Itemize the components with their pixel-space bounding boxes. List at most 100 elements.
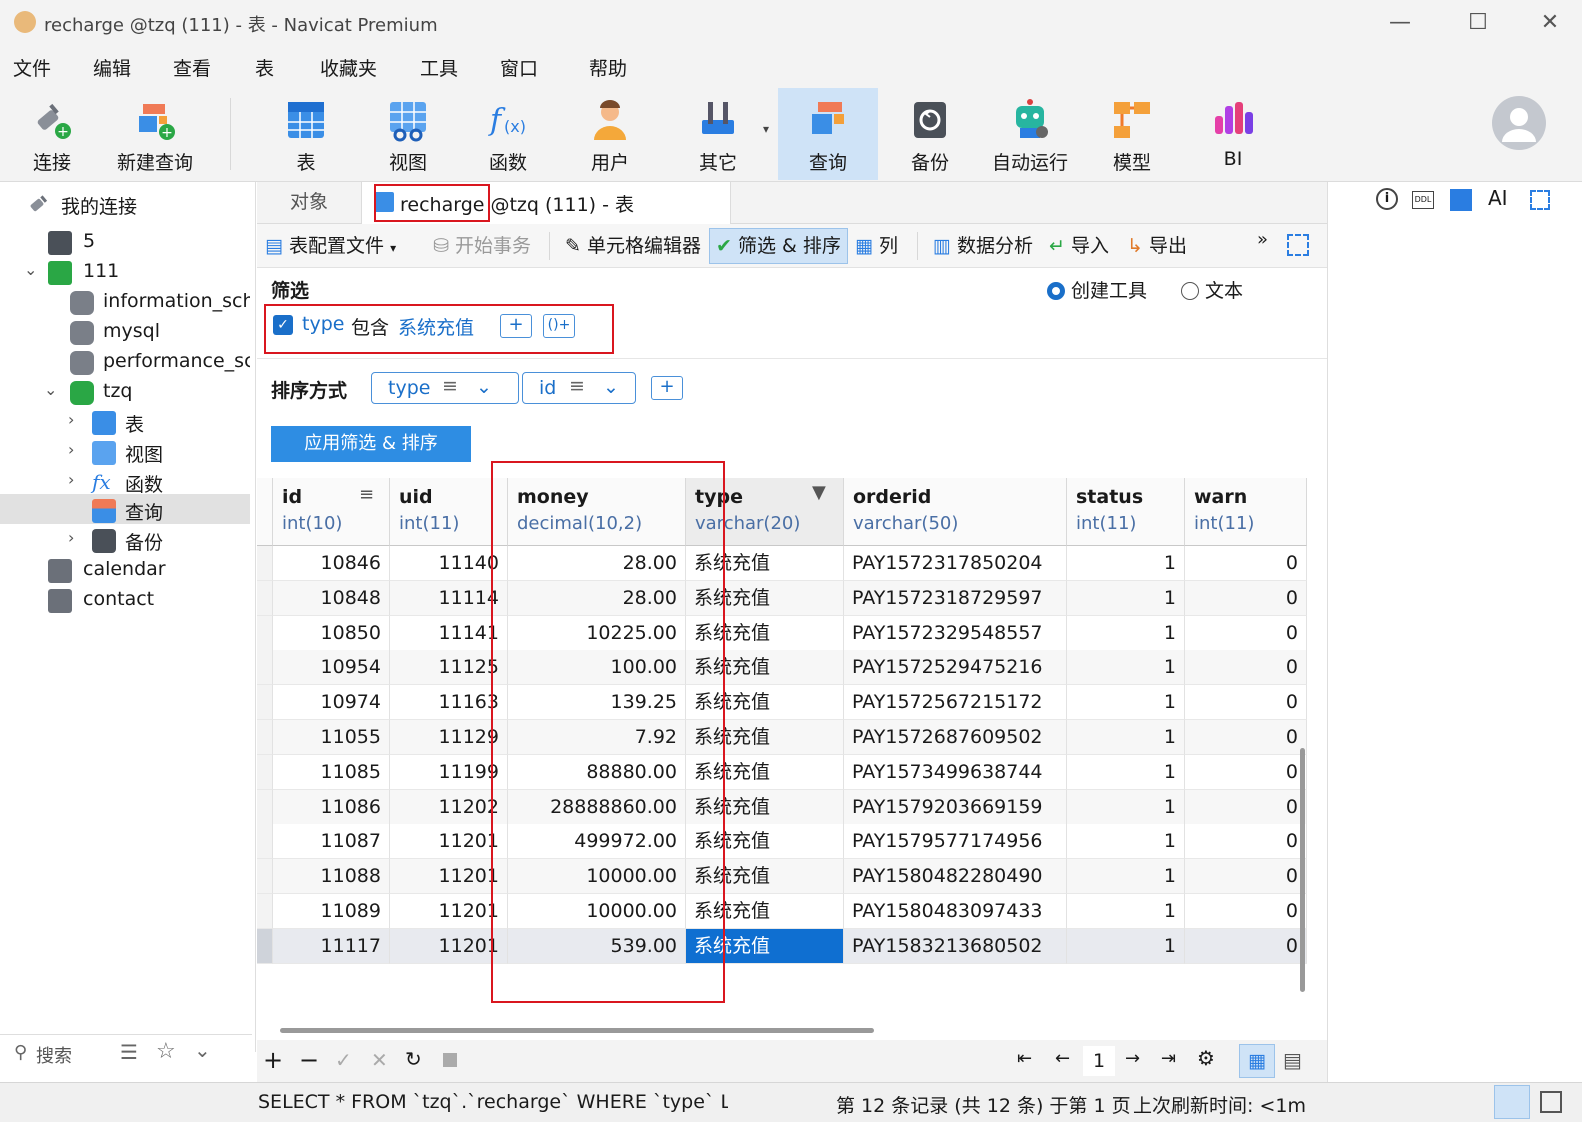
toolbar-new-query-button[interactable]: + 新建查询 bbox=[110, 88, 200, 180]
form-view-icon[interactable]: ▤ bbox=[1283, 1048, 1302, 1072]
ai-icon[interactable]: AI bbox=[1488, 186, 1508, 210]
filter-sort-button[interactable]: ✔ 筛选 & 排序 bbox=[709, 228, 848, 264]
first-page-icon[interactable]: ⇤ bbox=[1017, 1048, 1032, 1069]
row-selector[interactable] bbox=[257, 928, 273, 964]
discard-changes-icon[interactable]: ✕ bbox=[371, 1048, 388, 1072]
sidebar-search-input[interactable]: 搜索 bbox=[36, 1042, 72, 1068]
toolbar-view-button[interactable]: 视图 bbox=[368, 88, 448, 180]
expand-icon[interactable] bbox=[1530, 190, 1550, 210]
row-selector[interactable] bbox=[257, 685, 273, 721]
row-selector[interactable] bbox=[257, 754, 273, 790]
table-cell-orderid[interactable]: PAY1572317850204 bbox=[844, 546, 1067, 581]
toolbar-user-button[interactable]: 用户 bbox=[570, 88, 650, 180]
table-cell-warn[interactable]: 0 bbox=[1185, 685, 1307, 721]
menu-view[interactable]: 查看 bbox=[173, 54, 211, 81]
toggle-left-panel-icon[interactable] bbox=[1494, 1085, 1530, 1119]
table-cell-status[interactable]: 1 bbox=[1067, 789, 1185, 825]
sidebar-header[interactable]: 我的连接 bbox=[28, 190, 248, 220]
table-cell-warn[interactable]: 0 bbox=[1185, 859, 1307, 895]
sidebar-item-backups[interactable]: › 备份 bbox=[68, 526, 248, 556]
row-selector[interactable] bbox=[257, 615, 273, 651]
cell-editor-button[interactable]: ✎ 单元格编辑器 bbox=[565, 224, 701, 268]
next-page-icon[interactable]: → bbox=[1125, 1048, 1140, 1069]
toolbar-connect-button[interactable]: + 连接 bbox=[12, 88, 92, 180]
menu-edit[interactable]: 编辑 bbox=[93, 54, 131, 81]
table-cell-status[interactable]: 1 bbox=[1067, 580, 1185, 616]
info-icon[interactable]: i bbox=[1376, 188, 1398, 210]
menu-table[interactable]: 表 bbox=[255, 54, 274, 81]
table-cell-id[interactable]: 10974 bbox=[273, 685, 390, 721]
chevron-right-icon[interactable]: › bbox=[68, 440, 74, 459]
table-cell-id[interactable]: 11086 bbox=[273, 789, 390, 825]
row-selector[interactable] bbox=[257, 824, 273, 860]
menu-help[interactable]: 帮助 bbox=[589, 54, 627, 81]
table-cell-warn[interactable]: 0 bbox=[1185, 580, 1307, 616]
table-cell-id[interactable]: 11088 bbox=[273, 859, 390, 895]
table-cell-status[interactable]: 1 bbox=[1067, 720, 1185, 755]
table-cell-warn[interactable]: 0 bbox=[1185, 720, 1307, 755]
table-cell-warn[interactable]: 0 bbox=[1185, 754, 1307, 790]
refresh-icon[interactable]: ↻ bbox=[405, 1047, 422, 1071]
page-number-input[interactable]: 1 bbox=[1083, 1046, 1115, 1076]
table-cell-warn[interactable]: 0 bbox=[1185, 894, 1307, 929]
table-cell-id[interactable]: 10846 bbox=[273, 546, 390, 581]
chevron-down-icon[interactable]: ⌄ bbox=[24, 260, 37, 279]
menu-file[interactable]: 文件 bbox=[13, 54, 51, 81]
table-config-button[interactable]: ▤ 表配置文件 ▾ bbox=[265, 224, 396, 268]
export-button[interactable]: ↳ 导出 bbox=[1127, 224, 1187, 268]
toolbar-backup-button[interactable]: 备份 bbox=[890, 88, 970, 180]
row-selector[interactable] bbox=[257, 650, 273, 686]
columns-button[interactable]: ▦ 列 bbox=[855, 224, 898, 268]
table-cell-status[interactable]: 1 bbox=[1067, 859, 1185, 895]
row-selector[interactable] bbox=[257, 894, 273, 929]
table-cell-orderid[interactable]: PAY1580483097433 bbox=[844, 894, 1067, 929]
import-button[interactable]: ↵ 导入 bbox=[1049, 224, 1109, 268]
column-header-status[interactable]: status int(11) bbox=[1067, 478, 1185, 546]
toggle-right-panel-icon[interactable] bbox=[1540, 1091, 1562, 1113]
begin-transaction-button[interactable]: ⛁ 开始事务 bbox=[433, 224, 531, 268]
row-selector[interactable] bbox=[257, 859, 273, 895]
menu-window[interactable]: 窗口 bbox=[500, 54, 538, 81]
toolbar-query-button[interactable]: 查询 bbox=[778, 88, 878, 180]
table-cell-orderid[interactable]: PAY1583213680502 bbox=[844, 928, 1067, 964]
table-cell-orderid[interactable]: PAY1579577174956 bbox=[844, 824, 1067, 860]
mode-text-radio[interactable]: 文本 bbox=[1181, 276, 1243, 303]
table-cell-orderid[interactable]: PAY1572318729597 bbox=[844, 580, 1067, 616]
table-cell-warn[interactable]: 0 bbox=[1185, 928, 1307, 964]
table-cell-status[interactable]: 1 bbox=[1067, 894, 1185, 929]
more-tools-button[interactable]: » bbox=[1257, 218, 1268, 262]
table-cell-status[interactable]: 1 bbox=[1067, 754, 1185, 790]
table-cell-status[interactable]: 1 bbox=[1067, 615, 1185, 651]
sidebar-item-mysql[interactable]: mysql bbox=[70, 318, 250, 348]
add-record-icon[interactable]: + bbox=[263, 1046, 283, 1074]
toolbar-function-button[interactable]: f (x) 函数 bbox=[468, 88, 548, 180]
sidebar-item-calendar[interactable]: calendar bbox=[48, 556, 248, 586]
sidebar-item-information-schema[interactable]: information_sche bbox=[70, 288, 250, 318]
sidebar-item-views[interactable]: › 视图 bbox=[68, 438, 248, 468]
toolbar-table-button[interactable]: 表 bbox=[266, 88, 346, 180]
sidebar-item-tables[interactable]: › 表 bbox=[68, 408, 248, 438]
table-cell-id[interactable]: 11089 bbox=[273, 894, 390, 929]
chevron-right-icon[interactable]: › bbox=[68, 528, 74, 547]
chevron-down-icon[interactable]: ⌄ bbox=[44, 380, 57, 399]
stop-icon[interactable] bbox=[443, 1053, 457, 1067]
column-header-warn[interactable]: warn int(11) bbox=[1185, 478, 1307, 546]
horizontal-scrollbar[interactable] bbox=[280, 1028, 874, 1033]
sidebar-item-queries[interactable]: 查询 bbox=[92, 496, 248, 526]
table-cell-orderid[interactable]: PAY1579203669159 bbox=[844, 789, 1067, 825]
add-sort-button[interactable]: + bbox=[651, 376, 683, 400]
table-cell-status[interactable]: 1 bbox=[1067, 928, 1185, 964]
sort-field-type[interactable]: type ≡ ⌄ bbox=[371, 372, 519, 404]
table-cell-id[interactable]: 10848 bbox=[273, 580, 390, 616]
sidebar-item-111[interactable]: ⌄ 111 bbox=[20, 258, 248, 288]
table-cell-id[interactable]: 11055 bbox=[273, 720, 390, 755]
table-cell-orderid[interactable]: PAY1572529475216 bbox=[844, 650, 1067, 686]
gear-icon[interactable]: ⚙ bbox=[1197, 1046, 1215, 1070]
table-cell-status[interactable]: 1 bbox=[1067, 650, 1185, 686]
table-cell-id[interactable]: 10850 bbox=[273, 615, 390, 651]
table-cell-warn[interactable]: 0 bbox=[1185, 789, 1307, 825]
last-page-icon[interactable]: ⇥ bbox=[1161, 1048, 1176, 1069]
table-cell-warn[interactable]: 0 bbox=[1185, 546, 1307, 581]
table-cell-orderid[interactable]: PAY1572329548557 bbox=[844, 615, 1067, 651]
data-analysis-button[interactable]: ▥ 数据分析 bbox=[933, 224, 1033, 268]
